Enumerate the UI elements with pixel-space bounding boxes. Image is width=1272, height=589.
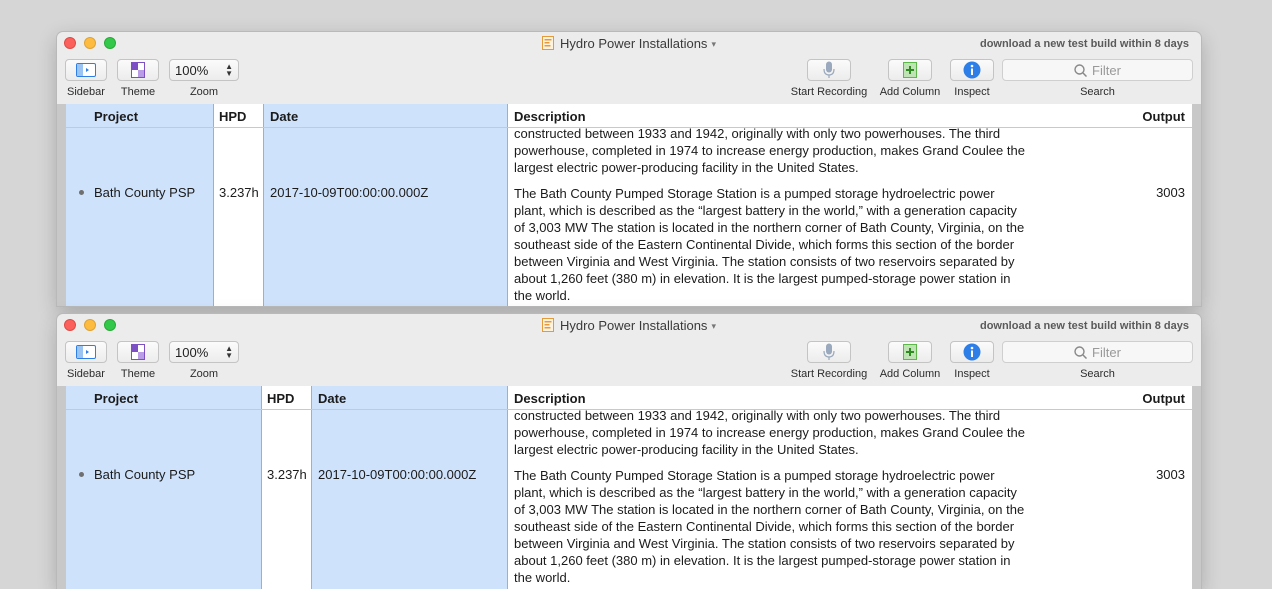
document-icon [542,36,555,50]
chevron-down-icon[interactable]: ▾ [711,321,716,331]
sidebar-label: Sidebar [67,86,105,98]
title-bar[interactable]: Hydro Power Installations ▾ download a ne… [57,314,1201,338]
column-header-project[interactable]: Project [94,109,138,124]
project-column-selection [66,386,261,589]
stepper-arrows-icon: ▲ ▼ [225,344,233,360]
previous-row-description[interactable]: constructed between 1933 and 1942, origi… [514,125,1026,176]
inspect-button[interactable] [950,341,994,363]
zoom-label: Zoom [189,368,219,380]
add-column-icon [903,344,917,360]
window-title-text: Hydro Power Installations [560,318,708,333]
column-divider [311,386,312,589]
title-bar[interactable]: Hydro Power Installations ▾ download a ne… [57,32,1201,56]
column-divider [507,386,508,589]
cell-hpd[interactable]: 3.237h [219,185,259,200]
info-icon [963,343,981,361]
theme-button[interactable] [117,341,159,363]
column-header-description[interactable]: Description [514,391,586,406]
info-icon [963,61,981,79]
zoom-select[interactable]: 100% ▲ ▼ [169,341,239,363]
row-bullet-icon[interactable] [79,190,84,195]
column-header-output[interactable]: Output [1142,109,1185,124]
row-bullet-icon[interactable] [79,472,84,477]
theme-label: Theme [120,368,156,380]
start-recording-button[interactable] [807,341,851,363]
sidebar-icon [76,345,96,359]
cell-description[interactable]: The Bath County Pumped Storage Station i… [514,185,1026,304]
sidebar-icon [76,63,96,77]
left-gutter [57,386,66,589]
cell-project[interactable]: Bath County PSP [94,467,195,482]
column-header-date[interactable]: Date [318,391,346,406]
trial-notice[interactable]: download a new test build within 8 days [980,38,1189,50]
document-icon [542,318,555,332]
search-icon [1074,63,1088,77]
right-gutter [1192,104,1201,306]
inspect-label: Inspect [954,86,990,98]
cell-description[interactable]: The Bath County Pumped Storage Station i… [514,467,1026,586]
theme-icon [131,344,145,360]
inspect-label: Inspect [954,368,990,380]
search-input[interactable]: Filter [1002,341,1193,363]
window-title-text: Hydro Power Installations [560,36,708,51]
chevron-down-icon[interactable]: ▾ [711,39,716,49]
column-header-project[interactable]: Project [94,391,138,406]
sidebar-label: Sidebar [67,368,105,380]
column-divider [263,104,264,306]
zoom-select[interactable]: 100% ▲ ▼ [169,59,239,81]
theme-button[interactable] [117,59,159,81]
zoom-label: Zoom [189,86,219,98]
data-table: Project HPD Date Description Output cons… [66,104,1192,306]
column-header-hpd[interactable]: HPD [219,109,246,124]
cell-output[interactable]: 3003 [1156,467,1185,482]
start-recording-button[interactable] [807,59,851,81]
cell-date[interactable]: 2017-10-09T00:00:00.000Z [318,467,476,482]
trial-notice[interactable]: download a new test build within 8 days [980,320,1189,332]
cell-output[interactable]: 3003 [1156,185,1185,200]
cell-hpd[interactable]: 3.237h [267,467,307,482]
app-window: Hydro Power Installations ▾ download a ne… [57,32,1201,306]
search-label: Search [1080,86,1115,98]
search-placeholder: Filter [1092,62,1121,78]
search-input[interactable]: Filter [1002,59,1193,81]
cell-project[interactable]: Bath County PSP [94,185,195,200]
add-column-label: Add Column [879,86,941,98]
project-column-selection [66,104,213,306]
column-header-date[interactable]: Date [270,109,298,124]
date-column-selection [312,386,507,589]
theme-label: Theme [120,86,156,98]
zoom-value: 100% [175,344,209,360]
data-table: Project HPD Date Description Output cons… [66,386,1192,589]
column-header-output[interactable]: Output [1142,391,1185,406]
previous-row-description[interactable]: constructed between 1933 and 1942, origi… [514,407,1026,458]
column-header-hpd[interactable]: HPD [267,391,294,406]
microphone-icon [823,61,835,78]
microphone-icon [823,343,835,360]
search-label: Search [1080,368,1115,380]
app-window: Hydro Power Installations ▾ download a ne… [57,314,1201,589]
search-icon [1074,345,1088,359]
add-column-button[interactable] [888,59,932,81]
add-column-button[interactable] [888,341,932,363]
zoom-value: 100% [175,62,209,78]
theme-icon [131,62,145,78]
column-divider [507,104,508,306]
start-recording-label: Start Recording [790,86,868,98]
cell-date[interactable]: 2017-10-09T00:00:00.000Z [270,185,428,200]
stepper-arrows-icon: ▲ ▼ [225,62,233,78]
date-column-selection [264,104,507,306]
column-divider [261,386,262,589]
add-column-icon [903,62,917,78]
sidebar-button[interactable] [65,59,107,81]
search-placeholder: Filter [1092,344,1121,360]
start-recording-label: Start Recording [790,368,868,380]
right-gutter [1192,386,1201,589]
inspect-button[interactable] [950,59,994,81]
left-gutter [57,104,66,306]
column-divider [213,104,214,306]
column-header-description[interactable]: Description [514,109,586,124]
add-column-label: Add Column [879,368,941,380]
sidebar-button[interactable] [65,341,107,363]
